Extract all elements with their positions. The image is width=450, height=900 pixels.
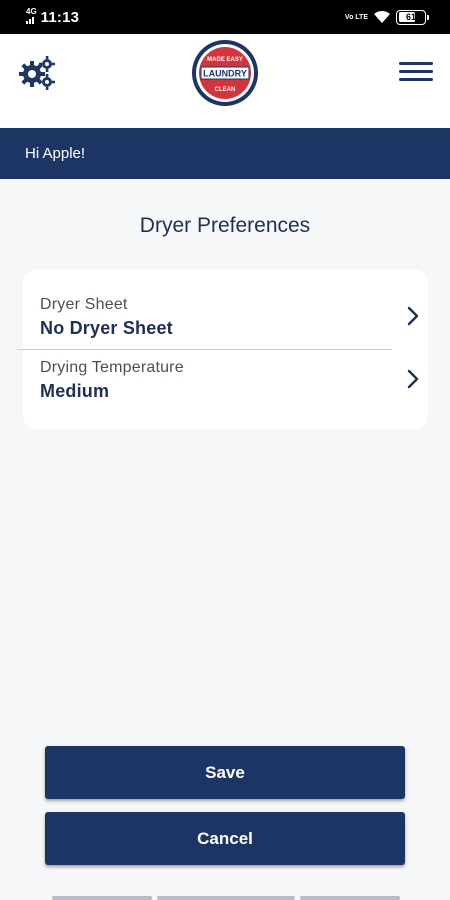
network-type: 4G [26, 7, 37, 16]
volte-indicator: Vo LTE [344, 13, 368, 21]
dryer-sheet-label: Dryer Sheet [40, 296, 128, 313]
row-divider [17, 349, 392, 350]
status-bar: 4G 11:13 Vo LTE 61 [0, 0, 450, 34]
logo-text: LAUNDRY [203, 69, 247, 79]
greeting-text: Hi Apple! [25, 145, 86, 162]
clock: 11:13 [40, 8, 80, 26]
hamburger-menu-icon[interactable] [399, 62, 433, 84]
chevron-right-icon [407, 306, 419, 326]
menu-line [399, 78, 433, 81]
battery-icon: 61 [396, 9, 429, 25]
menu-line [399, 70, 433, 73]
network-indicator: 4G [26, 8, 37, 26]
status-left: 4G 11:13 [26, 8, 79, 26]
dryer-sheet-value: No Dryer Sheet [40, 318, 173, 338]
signal-bars-icon [26, 17, 34, 24]
laundry-logo: LAUNDRY MADE EASY CLEAN [192, 40, 258, 106]
cancel-button[interactable]: Cancel [45, 812, 405, 865]
gears-icon[interactable] [18, 54, 56, 90]
drying-temperature-value: Medium [40, 381, 110, 401]
chevron-right-icon [407, 369, 419, 389]
wifi-icon [374, 10, 390, 23]
bottom-nav-edge [157, 896, 295, 900]
status-right: Vo LTE 61 [344, 9, 429, 25]
menu-line [399, 62, 433, 65]
logo-arc-bottom: CLEAN [215, 87, 236, 93]
bottom-nav-edge [52, 896, 152, 900]
battery-level: 61 [405, 12, 416, 22]
drying-temperature-label: Drying Temperature [40, 359, 184, 376]
drying-temperature-row[interactable]: Drying Temperature Medium [40, 359, 419, 421]
app-header: LAUNDRY MADE EASY CLEAN [0, 34, 450, 128]
save-button[interactable]: Save [45, 746, 405, 799]
bottom-nav-edge [300, 896, 400, 900]
page-title: Dryer Preferences [139, 214, 311, 237]
greeting-banner: Hi Apple! [0, 128, 450, 179]
logo-arc-top: MADE EASY [207, 57, 243, 63]
